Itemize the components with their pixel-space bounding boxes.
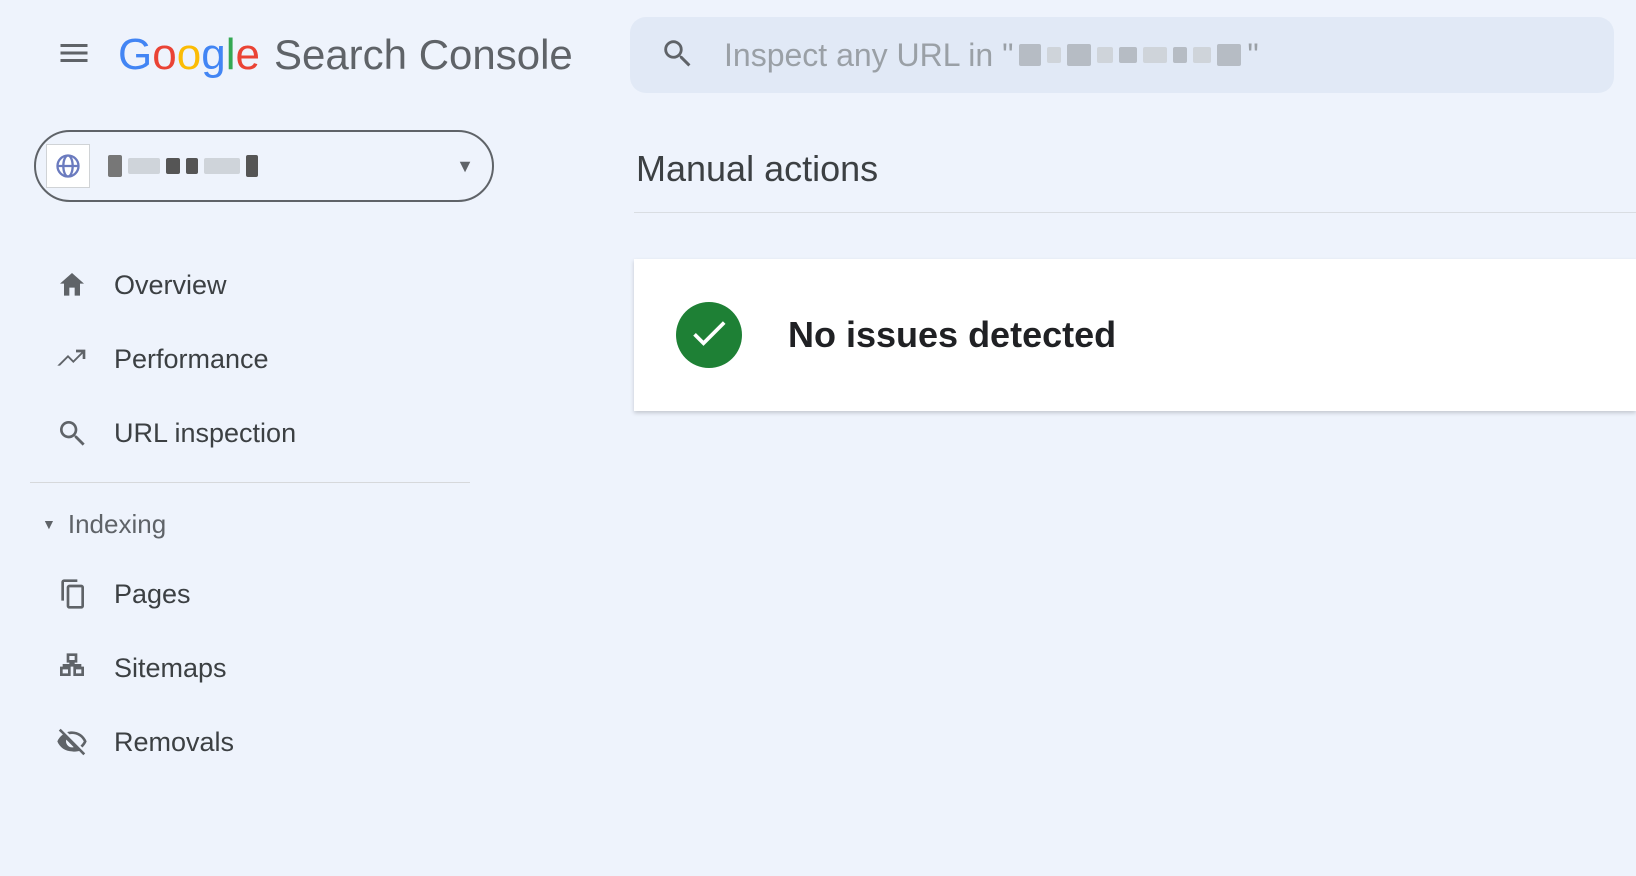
- app-header: Google Search Console Inspect any URL in…: [0, 0, 1636, 110]
- hamburger-icon: [56, 35, 92, 76]
- sidebar-item-label: Performance: [114, 344, 269, 375]
- sidebar-item-removals[interactable]: Removals: [0, 705, 600, 779]
- property-selector[interactable]: ▼: [34, 130, 494, 202]
- status-text: No issues detected: [788, 314, 1116, 356]
- sidebar: ▼ Overview Performance URL inspection ▼ …: [0, 130, 600, 779]
- home-icon: [56, 269, 104, 301]
- section-label: Indexing: [68, 509, 166, 540]
- chevron-down-icon: ▼: [456, 156, 474, 177]
- sidebar-item-label: Sitemaps: [114, 653, 227, 684]
- sidebar-item-label: Pages: [114, 579, 191, 610]
- url-inspect-search[interactable]: Inspect any URL in " ": [630, 17, 1614, 93]
- sidebar-item-label: URL inspection: [114, 418, 296, 449]
- pages-icon: [56, 578, 104, 610]
- google-wordmark: Google: [118, 30, 260, 80]
- product-logo[interactable]: Google Search Console: [118, 30, 573, 80]
- redacted-property-name: [1019, 44, 1241, 66]
- trending-up-icon: [56, 343, 104, 375]
- caret-down-icon: ▼: [42, 516, 56, 532]
- redacted-property-name: [108, 155, 456, 177]
- sidebar-item-performance[interactable]: Performance: [0, 322, 600, 396]
- sidebar-item-url-inspection[interactable]: URL inspection: [0, 396, 600, 470]
- search-placeholder: Inspect any URL in " ": [724, 37, 1259, 74]
- search-icon: [660, 36, 724, 75]
- main-content: Manual actions No issues detected: [634, 148, 1636, 411]
- sidebar-section-indexing[interactable]: ▼ Indexing: [0, 491, 600, 557]
- sidebar-item-overview[interactable]: Overview: [0, 248, 600, 322]
- manual-actions-status-card: No issues detected: [634, 259, 1636, 411]
- app-title: Search Console: [274, 31, 573, 79]
- check-icon: [687, 311, 731, 360]
- sidebar-item-label: Removals: [114, 727, 234, 758]
- visibility-off-icon: [56, 726, 104, 758]
- sidebar-item-label: Overview: [114, 270, 227, 301]
- sidebar-item-pages[interactable]: Pages: [0, 557, 600, 631]
- status-badge: [676, 302, 742, 368]
- globe-icon: [46, 144, 90, 188]
- search-icon: [56, 417, 104, 449]
- sidebar-divider: [30, 482, 470, 483]
- sitemap-icon: [56, 652, 104, 684]
- main-menu-button[interactable]: [52, 33, 96, 77]
- sidebar-nav: Overview Performance URL inspection ▼ In…: [0, 248, 600, 779]
- sidebar-item-sitemaps[interactable]: Sitemaps: [0, 631, 600, 705]
- page-title: Manual actions: [634, 148, 1636, 213]
